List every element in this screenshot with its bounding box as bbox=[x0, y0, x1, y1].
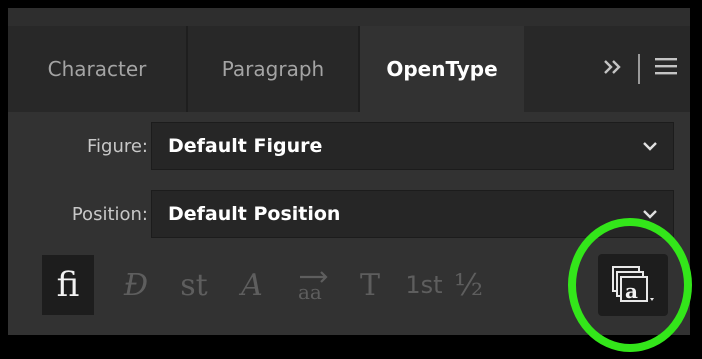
fraction-icon: ½ bbox=[454, 267, 484, 303]
stylistic-set-a: a bbox=[625, 279, 638, 303]
opentype-panel: Character Paragraph OpenType Figure: Def… bbox=[8, 8, 690, 335]
tab-paragraph[interactable]: Paragraph bbox=[188, 26, 358, 112]
hamburger-menu-icon[interactable] bbox=[654, 56, 678, 82]
swash-button[interactable]: A bbox=[226, 255, 278, 315]
stylistic-alternates-icon: aa bbox=[298, 271, 328, 304]
contextual-alternates-button[interactable]: Ɖ bbox=[110, 255, 162, 315]
divider bbox=[638, 54, 640, 84]
stylistic-sets-button[interactable]: a bbox=[598, 254, 668, 316]
discretionary-ligature-st-icon: st bbox=[180, 267, 208, 303]
titling-t-icon: T bbox=[359, 267, 380, 303]
stylistic-sets-icon: a bbox=[612, 266, 654, 303]
svg-text:aa: aa bbox=[298, 280, 322, 304]
standard-ligatures-button[interactable]: fi bbox=[42, 255, 94, 315]
stylistic-alternates-button[interactable]: aa bbox=[288, 255, 340, 315]
discretionary-ligatures-button[interactable]: st bbox=[168, 255, 220, 315]
chevron-down-icon bbox=[643, 210, 657, 219]
figure-dropdown[interactable]: Default Figure bbox=[151, 122, 674, 170]
tab-opentype-label: OpenType bbox=[386, 57, 498, 81]
overflow-chevrons-icon[interactable] bbox=[602, 57, 624, 82]
tab-character[interactable]: Character bbox=[8, 26, 186, 112]
tab-opentype[interactable]: OpenType bbox=[360, 26, 524, 112]
position-dropdown[interactable]: Default Position bbox=[151, 190, 674, 238]
titling-alternates-button[interactable]: T bbox=[344, 255, 396, 315]
fractions-button[interactable]: ½ bbox=[454, 255, 490, 315]
contextual-alternates-icon: Ɖ bbox=[123, 267, 149, 303]
figure-value: Default Figure bbox=[168, 135, 323, 157]
tab-bar-actions bbox=[530, 26, 690, 112]
ligature-fi-icon: fi bbox=[56, 265, 80, 305]
panel-top-strip bbox=[8, 8, 690, 26]
ordinals-1st-icon: 1st bbox=[405, 271, 443, 299]
tab-bar: Character Paragraph OpenType bbox=[8, 8, 690, 112]
ordinals-button[interactable]: 1st bbox=[398, 255, 450, 315]
swash-a-icon: A bbox=[241, 267, 263, 303]
chevron-down-icon bbox=[643, 142, 657, 151]
tab-paragraph-label: Paragraph bbox=[221, 57, 325, 81]
figure-row: Figure: Default Figure bbox=[8, 118, 690, 174]
tab-character-label: Character bbox=[47, 57, 147, 81]
position-value: Default Position bbox=[168, 203, 341, 225]
position-row: Position: Default Position bbox=[8, 186, 690, 242]
figure-label: Figure: bbox=[86, 135, 148, 157]
position-label: Position: bbox=[71, 203, 148, 225]
